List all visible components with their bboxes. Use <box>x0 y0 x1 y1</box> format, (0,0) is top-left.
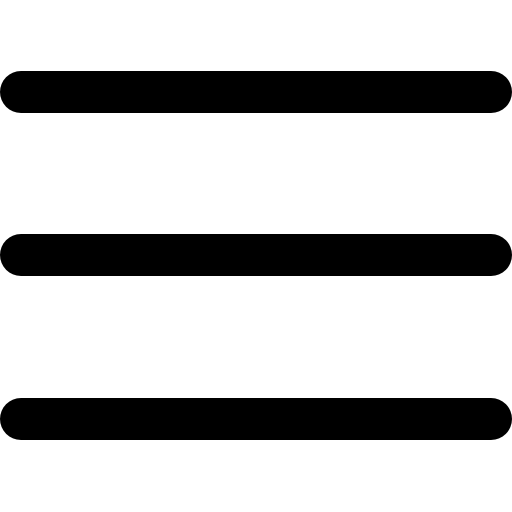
hamburger-menu-icon <box>0 0 512 512</box>
menu-bar-top <box>0 71 512 113</box>
menu-bar-middle <box>0 234 512 276</box>
menu-button[interactable] <box>0 0 512 512</box>
menu-bar-bottom <box>0 398 512 440</box>
